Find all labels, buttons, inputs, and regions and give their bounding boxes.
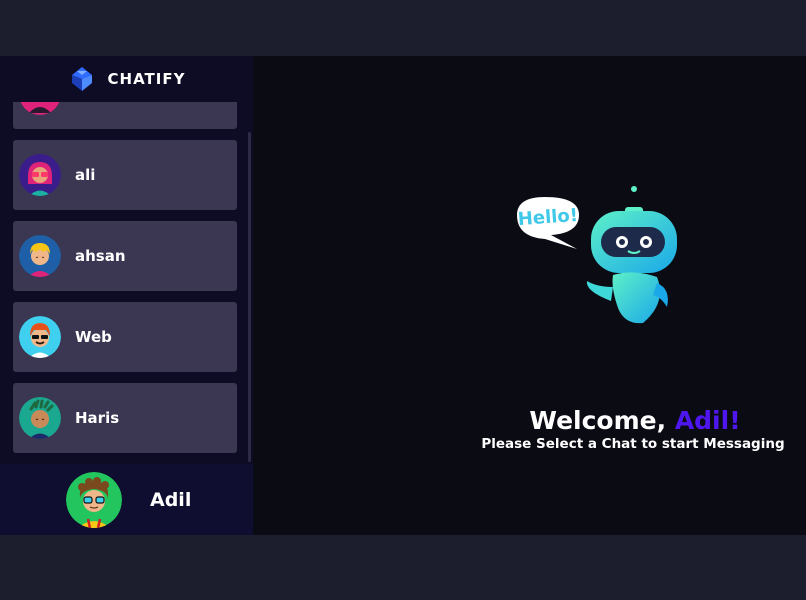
sidebar: CHATIFY loser (0, 56, 253, 535)
avatar-woman-pink-icon (19, 102, 61, 115)
avatar-pink-hair-glasses-icon (19, 154, 61, 196)
welcome-subtitle: Please Select a Chat to start Messaging (481, 436, 785, 452)
avatar-curly-hair-sunglasses-icon (66, 471, 122, 528)
brand[interactable]: CHATIFY (0, 56, 253, 102)
contact-name: ahsan (75, 247, 126, 265)
robot-hello-illustration: Hello! (517, 186, 677, 324)
current-user-bar[interactable]: Adil (0, 464, 253, 535)
avatar-yellow-hair-icon (19, 235, 61, 277)
contact-item[interactable]: ali (13, 140, 237, 210)
page: CHATIFY loser (0, 0, 806, 600)
welcome-message: Welcome, Adil! Please Select a Chat to s… (475, 406, 795, 452)
contact-name: Haris (75, 409, 120, 427)
contact-list[interactable]: loser a (0, 102, 253, 464)
welcome-prefix: Welcome, (529, 406, 675, 435)
current-user-name: Adil (150, 488, 192, 511)
chatify-logo-icon (71, 67, 92, 91)
welcome-panel: Hello! Welcome, Adil! Please Select a Ch… (253, 56, 806, 535)
contact-name: Web (75, 328, 112, 346)
contact-item[interactable]: ahsan (13, 221, 237, 291)
contact-item[interactable]: Haris (13, 383, 237, 453)
contact-list-scrollbar[interactable] (248, 132, 251, 462)
contact-item[interactable]: loser (13, 102, 237, 129)
app-name: CHATIFY (107, 70, 186, 88)
chat-app: CHATIFY loser (0, 56, 806, 535)
avatar-red-hair-sunglasses-icon (19, 316, 61, 358)
bubble-text: Hello! (517, 205, 579, 230)
contact-name: ali (75, 166, 96, 184)
avatar-green-dreadlocks-icon (19, 397, 61, 439)
welcome-title: Welcome, Adil! (475, 406, 795, 435)
contact-item[interactable]: Web (13, 302, 237, 372)
contact-name: loser (75, 102, 117, 103)
welcome-username: Adil! (674, 406, 741, 435)
